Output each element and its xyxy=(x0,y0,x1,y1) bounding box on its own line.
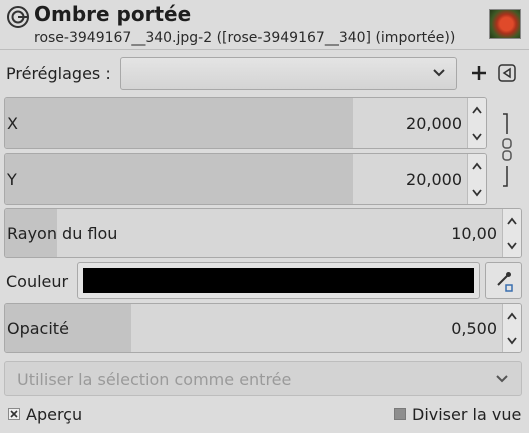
x-progress-fill xyxy=(5,98,353,148)
preview-label: Aperçu xyxy=(26,404,83,424)
color-swatch xyxy=(83,268,474,293)
color-button[interactable] xyxy=(77,262,480,299)
color-picker-button[interactable] xyxy=(485,262,522,299)
split-view-label: Diviser la vue xyxy=(412,404,522,424)
opacity-value: 0,500 xyxy=(451,319,497,338)
chain-link-button[interactable] xyxy=(497,110,517,190)
chevron-up-icon xyxy=(472,162,482,170)
blur-radius-spinbutton[interactable]: Rayon du flou 10,00 xyxy=(4,208,522,258)
split-view-toggle[interactable]: Diviser la vue xyxy=(394,404,521,424)
chevron-up-icon xyxy=(472,106,482,114)
y-arrows[interactable] xyxy=(467,154,486,204)
opacity-spinbutton[interactable]: Opacité 0,500 xyxy=(4,303,522,353)
x-label: X xyxy=(7,114,18,133)
color-picker-icon xyxy=(497,272,513,292)
split-view-checkbox[interactable] xyxy=(394,408,406,420)
header-separator xyxy=(0,49,529,50)
rose-image-thumbnail xyxy=(489,9,521,39)
use-selection-label: Utiliser la sélection comme entrée xyxy=(17,370,292,389)
blur-label: Rayon du flou xyxy=(7,224,118,243)
preview-checkbox[interactable] xyxy=(8,408,20,420)
triangle-left-icon xyxy=(498,64,516,82)
use-selection-combo[interactable]: Utiliser la sélection comme entrée xyxy=(4,361,522,396)
chevron-up-icon xyxy=(507,217,517,225)
presets-combo[interactable] xyxy=(120,57,457,90)
presets-menu-button[interactable] xyxy=(498,64,516,82)
y-value: 20,000 xyxy=(406,170,462,189)
blur-arrows[interactable] xyxy=(502,209,521,257)
chevron-down-icon xyxy=(433,69,445,77)
gimp-icon xyxy=(6,5,30,29)
chain-link-icon xyxy=(502,113,512,187)
y-label: Y xyxy=(7,170,17,189)
presets-label: Préréglages : xyxy=(6,64,111,83)
chevron-down-icon xyxy=(507,337,517,345)
opacity-label: Opacité xyxy=(7,319,69,338)
add-preset-button[interactable] xyxy=(468,58,490,88)
dialog-title: Ombre portée xyxy=(34,2,192,26)
color-label: Couleur xyxy=(6,272,69,291)
x-arrows[interactable] xyxy=(467,98,486,148)
chevron-down-icon xyxy=(507,242,517,250)
x-value: 20,000 xyxy=(406,114,462,133)
plus-icon xyxy=(472,66,486,80)
chevron-up-icon xyxy=(507,312,517,320)
y-spinbutton[interactable]: Y 20,000 xyxy=(4,153,487,205)
preview-toggle[interactable]: Aperçu xyxy=(8,404,82,424)
chevron-down-icon xyxy=(472,189,482,197)
x-spinbutton[interactable]: X 20,000 xyxy=(4,97,487,149)
chevron-down-icon xyxy=(472,133,482,141)
image-subtitle: rose-3949167__340.jpg-2 ([rose-3949167__… xyxy=(34,30,456,46)
checkmark-icon xyxy=(10,410,18,418)
blur-value: 10,00 xyxy=(451,224,497,243)
chevron-down-icon xyxy=(496,375,508,383)
opacity-arrows[interactable] xyxy=(502,304,521,352)
y-progress-fill xyxy=(5,154,353,204)
